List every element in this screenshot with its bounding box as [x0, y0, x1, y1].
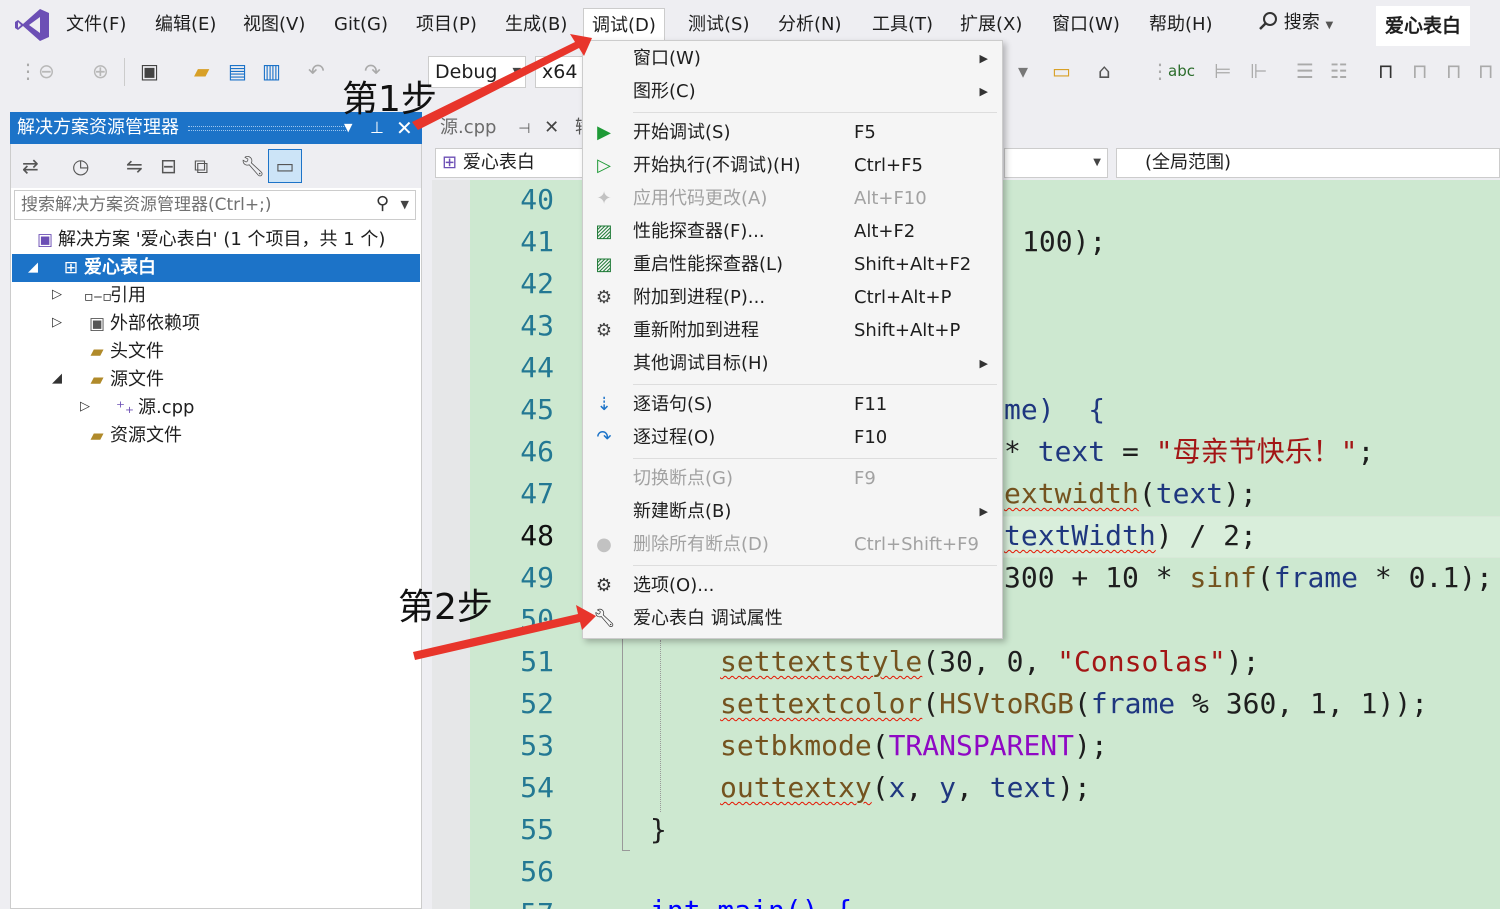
step1-arrow	[412, 34, 592, 130]
vs-window: 文件(F) 编辑(E) 视图(V) Git(G) 项目(P) 生成(B) 调试(…	[0, 0, 1500, 909]
step2-arrow	[413, 605, 596, 660]
annotation-arrows	[412, 34, 596, 660]
